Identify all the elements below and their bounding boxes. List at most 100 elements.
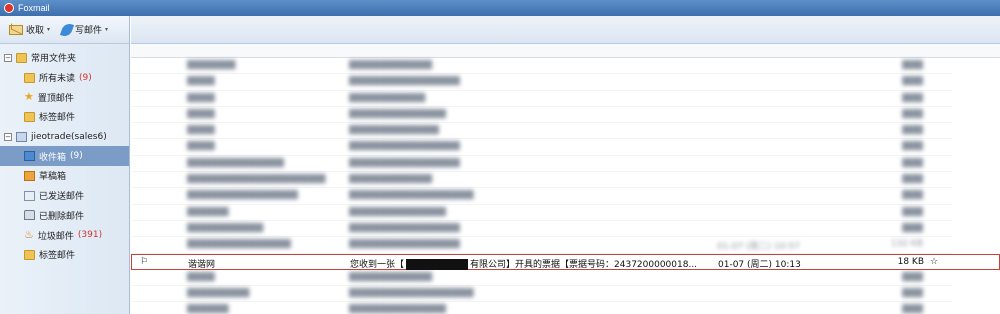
blurred-text: ███ — [902, 222, 923, 233]
list-header — [131, 44, 1000, 58]
blurred-text: ███ — [902, 141, 923, 152]
blurred-text: ███ — [902, 271, 923, 282]
sidebar-item-deleted[interactable]: 已删除邮件 — [0, 206, 129, 226]
sidebar-item-pinned[interactable]: ★ 置顶邮件 — [0, 87, 129, 107]
blurred-text: ████████████ — [349, 60, 433, 70]
message-sender: 谐谐网 — [188, 259, 216, 270]
flag-icon[interactable]: ⚐ — [140, 257, 148, 267]
compose-label: 写邮件 — [75, 26, 103, 36]
folder-icon — [24, 72, 35, 83]
blurred-text: ████████████ — [349, 271, 433, 282]
receive-button[interactable]: 收取 ▾ — [6, 20, 53, 40]
collapse-icon[interactable]: − — [4, 132, 12, 141]
sidebar-item-drafts[interactable]: 草稿箱 — [0, 166, 129, 186]
envelope-icon — [9, 24, 23, 35]
inbox-icon — [24, 151, 35, 162]
message-row[interactable]: ███████████████████████ — [131, 139, 1000, 156]
sidebar-item-all-unread[interactable]: 所有未读 (9) — [0, 68, 129, 88]
draft-icon — [24, 170, 35, 181]
folder-sidebar: 收取 ▾ 写邮件 ▾ − 常用文件夹 所有未读 (9) ★ 置顶邮件 标签邮件 … — [0, 16, 130, 314]
message-row[interactable]: ████ ████████████ ███ — [131, 270, 1000, 287]
junk-count-badge: (391) — [77, 230, 103, 241]
blurred-text: ████ — [187, 76, 215, 87]
blurred-text: ███ — [902, 76, 923, 87]
blurred-text: █████████ — [187, 288, 250, 299]
collapse-icon[interactable]: − — [4, 53, 12, 62]
blurred-text: ███████████ — [187, 222, 264, 233]
message-row[interactable]: ███████ ████████████ ███ — [131, 58, 1000, 75]
sidebar-item-label: 标签邮件 — [39, 251, 76, 262]
junk-icon: ♨ — [24, 228, 34, 242]
sidebar-item-junk[interactable]: ♨ 垃圾邮件 (391) — [0, 225, 129, 245]
message-subject: 您收到一张【 有限公司】开具的票据【票据号码：2437200000018... — [350, 257, 710, 270]
blurred-text: ████████████████ — [349, 141, 460, 152]
right-blank-area — [952, 58, 1000, 314]
blurred-text: ████████████████ — [349, 157, 460, 168]
blurred-text: ██████████████████ — [349, 190, 474, 201]
sidebar-item-label: 置顶邮件 — [37, 93, 74, 104]
receive-label: 收取 — [26, 26, 45, 36]
group-common-folders[interactable]: − 常用文件夹 — [0, 48, 129, 68]
blurred-text: ███ — [902, 206, 923, 217]
blurred-text: ████ — [187, 108, 215, 119]
blurred-text: ███ — [902, 288, 923, 299]
blurred-text: ███ — [902, 60, 923, 70]
blurred-text: ███ — [902, 92, 923, 103]
blurred-text: █████████████ — [349, 125, 439, 136]
message-row[interactable]: ███████████████████████ — [131, 302, 1000, 314]
message-row[interactable]: ████████████████████ ████████████ ███ — [131, 172, 1000, 189]
message-row[interactable]: ████ ██████████████ ███ — [131, 107, 1000, 124]
message-row[interactable]: ████████████████ ██████████████████ ███ — [131, 188, 1000, 205]
message-date: 01-07 (周二) 10:57 — [717, 242, 800, 253]
blurred-text: ███ — [902, 304, 923, 314]
sidebar-item-tagged[interactable]: 标签邮件 — [0, 245, 129, 265]
foxmail-window: Foxmail 收取 ▾ 写邮件 ▾ − 常用文件夹 所有未读 (9) ★ 置顶… — [0, 0, 1000, 314]
blurred-text: ████████████ — [349, 174, 433, 185]
message-row[interactable]: ████ ███████████ ███ — [131, 91, 1000, 107]
blurred-text: ███████████ — [349, 92, 426, 103]
sidebar-item-sent[interactable]: 已发送邮件 — [0, 186, 129, 206]
blurred-text: ██████ — [187, 206, 229, 217]
blurred-text: ███████████████ — [187, 239, 291, 250]
blurred-text: ███████ — [187, 60, 236, 70]
trash-icon — [24, 210, 35, 221]
chevron-down-icon[interactable]: ▾ — [105, 26, 108, 33]
subject-suffix: 有限公司】开具的票据【票据号码：2437200000018... — [470, 259, 698, 270]
blurred-text: ███ — [902, 157, 923, 168]
blurred-text: ████████████████ — [349, 239, 460, 250]
blurred-text: ██████ — [187, 304, 229, 314]
blurred-text: ████████████████████ — [187, 174, 326, 185]
sidebar-item-label: 草稿箱 — [39, 172, 67, 183]
sent-icon — [24, 190, 35, 201]
message-row[interactable]: ███████████████████████ — [131, 74, 1000, 91]
blurred-text: ████████████████ — [187, 190, 298, 201]
sidebar-item-inbox[interactable]: 收件箱 (9) — [0, 146, 129, 167]
star-icon[interactable]: ☆ — [930, 257, 940, 267]
chevron-down-icon[interactable]: ▾ — [47, 26, 50, 33]
message-row[interactable]: ████ █████████████ ███ — [131, 123, 1000, 140]
blurred-text: ██████████████ — [349, 206, 446, 217]
message-list-pane: ███████ ████████████ ███ ████ █████████████… — [131, 16, 1000, 314]
message-row[interactable]: ███████████████████████ — [131, 205, 1000, 221]
message-row[interactable]: ██████████████████████████████ — [131, 286, 1000, 303]
sidebar-item-label: 标签邮件 — [39, 113, 76, 124]
blurred-text: ████ — [187, 92, 215, 103]
message-row[interactable]: ██████████████ ████████████████ ███ — [131, 156, 1000, 173]
blurred-text: ████████████████ — [349, 222, 460, 233]
blurred-text: ███ — [902, 174, 923, 185]
blurred-text: ███ — [902, 125, 923, 136]
message-row[interactable]: ██████████████████████████████ — [131, 221, 1000, 238]
unread-count-badge: (9) — [70, 151, 83, 162]
sidebar-item-label: 所有未读 — [39, 74, 76, 85]
highlighted-message-row[interactable]: ⚐ 谐谐网 您收到一张【 有限公司】开具的票据【票据号码：243720000001… — [131, 253, 1000, 270]
message-date: 01-07 (周二) 10:13 — [718, 259, 801, 270]
blurred-text: ████ — [187, 141, 215, 152]
group-account[interactable]: − jieotrade(sales6) — [0, 127, 129, 147]
folder-icon — [16, 52, 27, 63]
sidebar-item-tagged[interactable]: 标签邮件 — [0, 107, 129, 127]
subject-prefix: 您收到一张【 — [350, 259, 405, 270]
sidebar-item-label: 已删除邮件 — [39, 211, 85, 222]
compose-button[interactable]: 写邮件 ▾ — [59, 20, 111, 40]
folder-icon — [24, 249, 35, 260]
message-row[interactable]: ███████████████ ████████████████ 01-07 (周二… — [131, 237, 1000, 254]
